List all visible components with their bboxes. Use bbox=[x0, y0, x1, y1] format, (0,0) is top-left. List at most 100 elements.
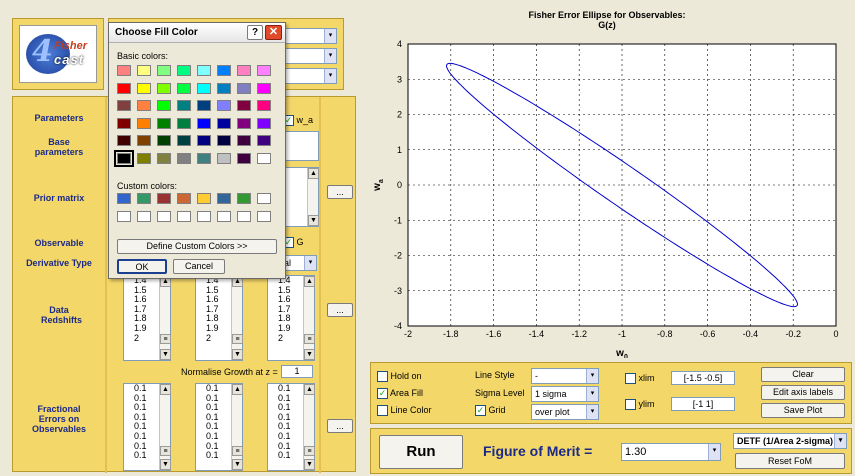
color-swatch[interactable] bbox=[237, 193, 251, 204]
prior-matrix-browse-button[interactable]: ... bbox=[327, 185, 353, 199]
color-swatch[interactable] bbox=[177, 100, 191, 111]
color-swatch[interactable] bbox=[217, 100, 231, 111]
color-swatch[interactable] bbox=[197, 100, 211, 111]
color-swatch[interactable] bbox=[257, 152, 271, 164]
color-swatch[interactable] bbox=[117, 117, 131, 129]
color-swatch[interactable] bbox=[157, 152, 171, 164]
color-swatch[interactable] bbox=[117, 82, 131, 94]
color-swatch[interactable] bbox=[197, 193, 211, 204]
color-swatch[interactable] bbox=[237, 117, 251, 129]
color-swatch[interactable] bbox=[117, 211, 131, 222]
detf-dropdown[interactable]: DETF (1/Area 2-sigma) ▾ bbox=[733, 433, 847, 449]
g-checkbox[interactable]: ✓ G bbox=[283, 237, 304, 249]
color-swatch[interactable] bbox=[197, 117, 211, 129]
color-swatch[interactable] bbox=[237, 82, 251, 94]
color-swatch[interactable] bbox=[117, 135, 131, 146]
color-swatch[interactable] bbox=[257, 117, 271, 129]
color-swatch[interactable] bbox=[137, 193, 151, 204]
color-swatch[interactable] bbox=[117, 100, 131, 111]
normalise-input[interactable]: 1 bbox=[281, 365, 313, 378]
color-swatch[interactable] bbox=[197, 152, 211, 164]
color-swatch[interactable] bbox=[257, 65, 271, 76]
run-button[interactable]: Run bbox=[379, 435, 463, 469]
color-swatch[interactable] bbox=[137, 117, 151, 129]
color-swatch[interactable] bbox=[217, 193, 231, 204]
save-plot-button[interactable]: Save Plot bbox=[761, 403, 845, 418]
ylim-checkbox[interactable]: ylim bbox=[625, 399, 655, 411]
area-fill-checkbox[interactable]: ✓ Area Fill bbox=[377, 388, 423, 400]
color-swatch[interactable] bbox=[137, 65, 151, 76]
cancel-button[interactable]: Cancel bbox=[173, 259, 225, 274]
color-swatch[interactable] bbox=[237, 100, 251, 111]
color-swatch[interactable] bbox=[177, 193, 191, 204]
color-swatch[interactable] bbox=[157, 117, 171, 129]
edit-axis-labels-button[interactable]: Edit axis labels bbox=[761, 385, 845, 400]
color-swatch[interactable] bbox=[177, 82, 191, 94]
color-swatch[interactable] bbox=[237, 152, 251, 164]
color-swatch[interactable] bbox=[177, 152, 191, 164]
color-swatch[interactable] bbox=[237, 211, 251, 222]
color-swatch[interactable] bbox=[117, 193, 131, 204]
color-swatch[interactable] bbox=[197, 135, 211, 146]
color-swatch[interactable] bbox=[137, 100, 151, 111]
color-swatch[interactable] bbox=[177, 117, 191, 129]
color-swatch[interactable] bbox=[137, 135, 151, 146]
color-swatch[interactable] bbox=[177, 65, 191, 76]
color-swatch[interactable] bbox=[257, 82, 271, 94]
ylim-input[interactable]: [-1 1] bbox=[671, 397, 735, 411]
color-swatch[interactable] bbox=[217, 65, 231, 76]
redshift-list-2[interactable]: 1.4 1.5 1.6 1.7 1.8 1.9 2 ▲ ≡ ▼ bbox=[195, 275, 243, 361]
line-style-dropdown[interactable]: - ▾ bbox=[531, 368, 599, 384]
grid-dropdown[interactable]: over plot ▾ bbox=[531, 404, 599, 420]
color-swatch[interactable] bbox=[257, 211, 271, 222]
color-swatch[interactable] bbox=[157, 193, 171, 204]
clear-button[interactable]: Clear bbox=[761, 367, 845, 382]
color-swatch[interactable] bbox=[157, 135, 171, 146]
color-swatch[interactable] bbox=[197, 65, 211, 76]
color-swatch[interactable] bbox=[137, 152, 151, 164]
xlim-checkbox[interactable]: xlim bbox=[625, 373, 655, 385]
color-swatch[interactable] bbox=[157, 211, 171, 222]
sigma-level-dropdown[interactable]: 1 sigma ▾ bbox=[531, 386, 599, 402]
color-swatch[interactable] bbox=[177, 211, 191, 222]
color-swatch[interactable] bbox=[117, 65, 131, 76]
color-swatch[interactable] bbox=[257, 100, 271, 111]
color-swatch[interactable] bbox=[177, 135, 191, 146]
wa-checkbox[interactable]: ✓ w_a bbox=[283, 115, 313, 127]
color-swatch[interactable] bbox=[197, 82, 211, 94]
color-swatch[interactable] bbox=[217, 82, 231, 94]
color-swatch[interactable] bbox=[237, 135, 251, 146]
base-parameters-field[interactable] bbox=[283, 131, 319, 161]
redshift-list-1[interactable]: 1.4 1.5 1.6 1.7 1.8 1.9 2 ▲ ≡ ▼ bbox=[123, 275, 171, 361]
error-list-1[interactable]: 0.1 0.1 0.1 0.1 0.1 0.1 0.1 0.1 ▲ ≡ ▼ bbox=[123, 383, 171, 471]
color-swatch[interactable] bbox=[157, 65, 171, 76]
error-list-2[interactable]: 0.1 0.1 0.1 0.1 0.1 0.1 0.1 0.1 ▲ ≡ ▼ bbox=[195, 383, 243, 471]
color-swatch[interactable] bbox=[217, 135, 231, 146]
close-button[interactable]: ✕ bbox=[265, 25, 282, 40]
error-list-3[interactable]: 0.1 0.1 0.1 0.1 0.1 0.1 0.1 0.1 ▲ ≡ ▼ bbox=[267, 383, 315, 471]
color-swatch[interactable] bbox=[157, 100, 171, 111]
color-swatch[interactable] bbox=[157, 82, 171, 94]
color-swatch[interactable] bbox=[217, 152, 231, 164]
color-swatch[interactable] bbox=[217, 117, 231, 129]
reset-fom-button[interactable]: Reset FoM bbox=[735, 453, 845, 469]
color-swatch[interactable] bbox=[257, 193, 271, 204]
errors-browse-button[interactable]: ... bbox=[327, 419, 353, 433]
color-swatch[interactable] bbox=[137, 211, 151, 222]
color-swatch[interactable] bbox=[197, 211, 211, 222]
color-swatch[interactable] bbox=[237, 65, 251, 76]
color-swatch[interactable] bbox=[257, 135, 271, 146]
hold-on-checkbox[interactable]: Hold on bbox=[377, 371, 422, 383]
color-swatch[interactable] bbox=[217, 211, 231, 222]
define-custom-colors-button[interactable]: Define Custom Colors >> bbox=[117, 239, 277, 254]
redshifts-browse-button[interactable]: ... bbox=[327, 303, 353, 317]
line-color-checkbox[interactable]: Line Color bbox=[377, 405, 432, 417]
ok-button[interactable]: OK bbox=[117, 259, 167, 274]
grid-checkbox[interactable]: ✓ Grid bbox=[475, 405, 506, 417]
help-button[interactable]: ? bbox=[247, 25, 263, 40]
figure-of-merit-value[interactable]: 1.30 ▾ bbox=[621, 443, 721, 461]
color-swatch[interactable] bbox=[137, 82, 151, 94]
redshift-list-3[interactable]: 1.4 1.5 1.6 1.7 1.8 1.9 2 ▲ ≡ ▼ bbox=[267, 275, 315, 361]
color-swatch[interactable] bbox=[114, 149, 134, 167]
xlim-input[interactable]: [-1.5 -0.5] bbox=[671, 371, 735, 385]
